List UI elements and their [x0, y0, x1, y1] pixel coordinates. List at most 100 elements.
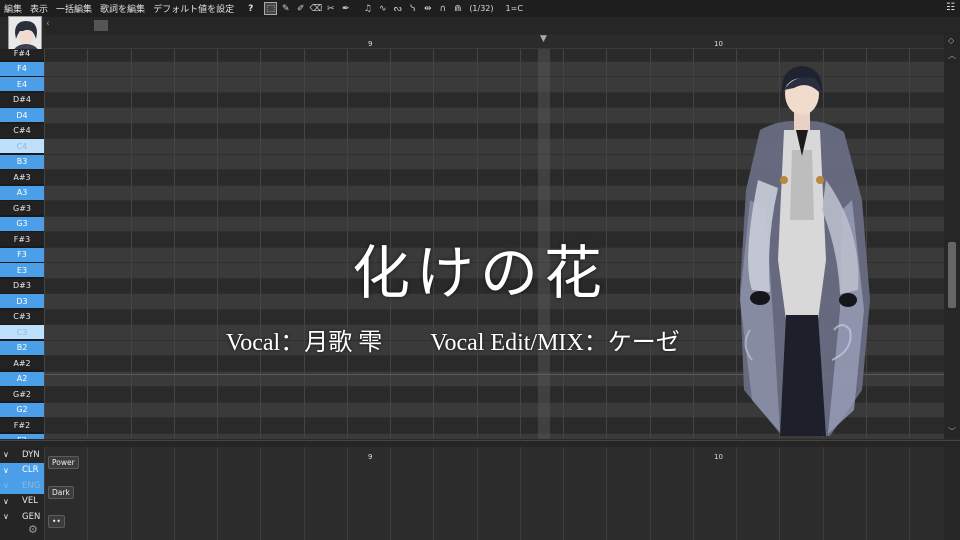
singer-avatar[interactable]	[8, 16, 42, 50]
vertical-scroll-thumb[interactable]	[948, 242, 956, 308]
grid-line	[130, 447, 132, 540]
help-button[interactable]: ?	[244, 4, 257, 14]
toolbox: ⬚ ✎ ✐ ⌫ ✂ ✒ ♫ ∿ ᔓ ᓭ ⇹ ∩ ⋒	[263, 2, 465, 15]
scissors-icon[interactable]: ✂	[324, 2, 337, 15]
piano-key[interactable]: A3	[0, 185, 44, 200]
measure-number: 9	[368, 40, 373, 48]
piano-key[interactable]: D4	[0, 108, 44, 122]
param-clr[interactable]: ∨ CLR	[0, 462, 44, 478]
grid-line	[87, 34, 89, 439]
grid-line	[692, 34, 694, 439]
vibrato-icon[interactable]: ∿	[376, 2, 389, 15]
piano-key[interactable]: F4	[0, 61, 44, 76]
scroll-left-icon[interactable]: ‹	[46, 19, 50, 29]
grid-line	[476, 447, 478, 540]
note-icon[interactable]: ♫	[361, 2, 374, 15]
key-selector[interactable]: 1=C	[506, 4, 523, 13]
settings-panel-icon[interactable]: ☷	[946, 2, 955, 13]
grid-line	[130, 34, 132, 439]
menu-edit[interactable]: 編集	[0, 2, 26, 15]
gear-icon[interactable]: ⚙	[28, 523, 38, 536]
power-chip[interactable]: Power	[48, 456, 79, 469]
avatar-portrait	[9, 17, 41, 49]
piano-key[interactable]: C3	[0, 325, 44, 339]
piano-key[interactable]: G#2	[0, 387, 44, 401]
multi-pencil-icon[interactable]: ✐	[294, 2, 307, 15]
scroll-up-icon[interactable]: ︿	[948, 50, 956, 61]
piano-key[interactable]: F#2	[0, 418, 44, 432]
grid-line	[217, 34, 218, 439]
piano-key[interactable]: D3	[0, 294, 44, 308]
horizontal-scroll-thumb[interactable]	[94, 20, 108, 31]
timeline-scroll-bar[interactable]: ‹	[44, 17, 960, 34]
menu-view[interactable]: 表示	[26, 2, 52, 15]
piano-key[interactable]: C4	[0, 139, 44, 153]
parameter-editor[interactable]: 9 10 Power Dark ••	[44, 447, 944, 540]
piano-key[interactable]: G#3	[0, 201, 44, 215]
vertical-scrollbar[interactable]: ◇ ︿ ﹀	[944, 34, 960, 439]
grid-line	[606, 447, 608, 540]
grid-line	[44, 447, 45, 540]
cursor-icon[interactable]: ⬚	[264, 2, 278, 15]
piano-key[interactable]: G2	[0, 402, 44, 417]
piano-key[interactable]: A#3	[0, 170, 44, 184]
piano-key[interactable]: C#3	[0, 309, 44, 324]
menu-bar: 編集 表示 一括編集 歌詞を編集 デフォルト値を設定 ? ⬚ ✎ ✐ ⌫ ✂ ✒ ♫ ∿ ᔓ ᓭ ⇹…	[0, 0, 960, 17]
piano-key[interactable]: E3	[0, 263, 44, 277]
grid-line	[217, 447, 218, 540]
menu-batch-edit[interactable]: 一括編集	[52, 2, 96, 15]
measure-number: 10	[714, 40, 723, 48]
param-eng[interactable]: ∨ ENG	[0, 478, 44, 494]
chevron-down-icon: ∨	[3, 465, 9, 475]
piano-key[interactable]: D#3	[0, 278, 44, 293]
eraser-icon[interactable]: ⌫	[309, 2, 322, 15]
piano-key[interactable]: B3	[0, 154, 44, 169]
grid-line	[909, 447, 910, 540]
measure-ruler[interactable]: 9 10	[44, 34, 944, 49]
vibrato-pen-icon[interactable]: ✒	[339, 2, 352, 15]
arc-icon[interactable]: ∩	[436, 2, 449, 15]
more-chip[interactable]: ••	[48, 515, 65, 528]
piano-key[interactable]: C#4	[0, 123, 44, 138]
playhead-marker-icon[interactable]: ▼	[540, 34, 547, 44]
menu-edit-lyrics[interactable]: 歌詞を編集	[96, 2, 149, 15]
pencil-icon[interactable]: ✎	[279, 2, 292, 15]
chevron-down-icon: ∨	[3, 512, 9, 522]
grid-line	[519, 447, 521, 540]
grid-line	[260, 34, 262, 439]
grid-line	[563, 447, 564, 540]
parameter-list: ∨ DYN ∨ CLR ∨ ENG ∨ VEL ∨ GEN	[0, 447, 44, 525]
pitch-pen-icon[interactable]: ᓭ	[406, 2, 419, 15]
param-vel[interactable]: ∨ VEL	[0, 494, 44, 510]
param-label: DYN	[22, 449, 40, 460]
grid-line	[173, 34, 175, 439]
grid-line	[779, 447, 781, 540]
wave-icon[interactable]: ⇹	[421, 2, 434, 15]
piano-key[interactable]: A#2	[0, 356, 44, 370]
menu-set-defaults[interactable]: デフォルト値を設定	[149, 2, 238, 15]
piano-key[interactable]: D#4	[0, 92, 44, 107]
piano-key[interactable]: F#4	[0, 49, 44, 60]
grid-line	[909, 34, 910, 439]
chevron-down-icon: ∨	[3, 481, 9, 491]
piano-key[interactable]: E4	[0, 77, 44, 91]
credits: Vocal：月歌 雫 Vocal Edit/MIX：ケーゼ	[226, 322, 746, 357]
piano-key[interactable]: G3	[0, 216, 44, 231]
quantize-selector[interactable]: (1/32)	[469, 4, 493, 13]
piano-key[interactable]: F2	[0, 433, 44, 439]
pitch-curve-icon[interactable]: ᔓ	[391, 2, 404, 15]
piano-key[interactable]: A2	[0, 371, 44, 386]
envelope-icon[interactable]: ⋒	[451, 2, 464, 15]
grid-line	[736, 447, 737, 540]
diamond-icon[interactable]: ◇	[948, 36, 954, 45]
param-dyn[interactable]: ∨ DYN	[0, 447, 44, 463]
parameter-scrollbar[interactable]	[944, 447, 960, 540]
piano-key[interactable]: F#3	[0, 232, 44, 246]
dark-chip[interactable]: Dark	[48, 486, 74, 499]
chevron-down-icon: ∨	[3, 496, 9, 506]
piano-key[interactable]: B2	[0, 340, 44, 355]
piano-key[interactable]: F3	[0, 247, 44, 262]
mix-credit: Vocal Edit/MIX：ケーゼ	[430, 330, 680, 356]
song-title: 化けの花	[351, 239, 608, 307]
scroll-down-icon[interactable]: ﹀	[948, 426, 956, 437]
